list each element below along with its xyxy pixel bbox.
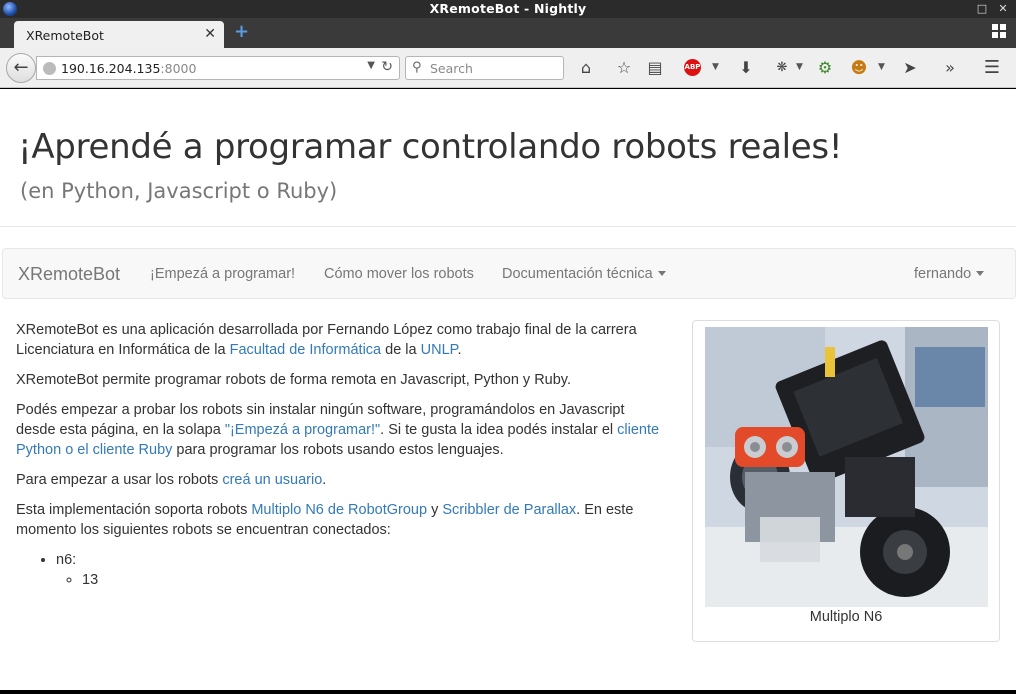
extension-icon[interactable]: ⚙ bbox=[815, 58, 835, 78]
text: . bbox=[457, 342, 462, 358]
text: . Si te gusta la idea podés instalar el bbox=[380, 422, 618, 438]
extension-icon[interactable]: ❋ bbox=[772, 58, 792, 78]
text: Esta implementación soporta robots bbox=[16, 502, 252, 518]
link-cliente-ruby[interactable]: o el cliente Ruby bbox=[65, 442, 172, 458]
link-facultad[interactable]: Facultad de Informática bbox=[230, 342, 382, 358]
robot-figure: Multiplo N6 bbox=[692, 320, 1000, 642]
page-viewport: ¡Aprendé a programar controlando robots … bbox=[0, 89, 1016, 690]
text: de la bbox=[381, 342, 421, 358]
nav-dropdown-documentacion[interactable]: Documentación técnica bbox=[502, 266, 666, 282]
download-icon[interactable]: ⬇ bbox=[736, 58, 756, 78]
nav-user-name: fernando bbox=[914, 266, 972, 282]
robot-type: n6: bbox=[56, 552, 77, 568]
overflow-icon[interactable]: » bbox=[940, 58, 960, 78]
search-placeholder: Search bbox=[430, 61, 473, 76]
extension-dropdown-icon[interactable]: ▼ bbox=[796, 62, 803, 72]
jumbotron: ¡Aprendé a programar controlando robots … bbox=[0, 89, 1016, 227]
nav-link-documentacion: Documentación técnica bbox=[502, 266, 653, 282]
text: para programar los robots usando estos l… bbox=[172, 442, 504, 458]
tab-close-icon[interactable]: ✕ bbox=[204, 26, 216, 42]
chevron-down-icon bbox=[976, 270, 985, 276]
navigation-toolbar: ← 190.16.204.135:8000 ▼ ↻ ⚲ Search ⌂ ☆ ▤… bbox=[0, 48, 1016, 88]
tab-title: XRemoteBot bbox=[26, 28, 104, 43]
url-bar[interactable]: 190.16.204.135:8000 ▼ ↻ bbox=[36, 56, 400, 80]
paragraph-intro: XRemoteBot es una aplicación desarrollad… bbox=[16, 320, 666, 360]
link-multiplo-n6[interactable]: Multiplo N6 de RobotGroup bbox=[251, 502, 427, 518]
link-scribbler[interactable]: Scribbler de Parallax bbox=[442, 502, 576, 518]
robot-illustration bbox=[705, 327, 988, 607]
search-icon: ⚲ bbox=[412, 60, 422, 75]
home-icon[interactable]: ⌂ bbox=[576, 58, 596, 78]
navbar-brand[interactable]: XRemoteBot bbox=[18, 264, 120, 285]
hamburger-menu-icon[interactable]: ☰ bbox=[982, 58, 1002, 78]
page-title: ¡Aprendé a programar controlando robots … bbox=[18, 127, 843, 167]
new-tab-icon[interactable]: + bbox=[234, 21, 249, 42]
site-navbar: XRemoteBot ¡Empezá a programar! Cómo mov… bbox=[2, 248, 1016, 299]
globe-icon bbox=[43, 62, 56, 75]
reading-list-icon[interactable]: ▤ bbox=[645, 58, 665, 78]
robot-id-list: 13 bbox=[82, 570, 666, 590]
tab-strip: XRemoteBot ✕ + bbox=[0, 18, 1016, 48]
link-unlp[interactable]: UNLP bbox=[421, 342, 458, 358]
search-bar[interactable]: ⚲ Search bbox=[405, 56, 564, 80]
window-title: XRemoteBot - Nightly bbox=[429, 1, 587, 16]
connected-robots-list: n6: 13 bbox=[42, 550, 666, 590]
extension-dropdown-icon[interactable]: ▼ bbox=[878, 62, 885, 72]
minimize-icon[interactable]: □ bbox=[975, 2, 989, 16]
link-crea-usuario[interactable]: creá un usuario bbox=[222, 472, 322, 488]
page-subtitle: (en Python, Javascript o Ruby) bbox=[20, 179, 338, 203]
list-item-robot-type: n6: 13 bbox=[56, 550, 666, 590]
text: . bbox=[322, 472, 327, 488]
send-icon[interactable]: ➤ bbox=[900, 58, 920, 78]
window-titlebar: XRemoteBot - Nightly □ ✕ bbox=[0, 0, 1016, 18]
list-item-robot-id: 13 bbox=[82, 570, 666, 590]
url-port: :8000 bbox=[160, 61, 197, 76]
tab-groups-icon[interactable] bbox=[992, 24, 1006, 38]
paragraph-supported: Esta implementación soporta robots Multi… bbox=[16, 500, 666, 540]
tab-xremotebot[interactable]: XRemoteBot ✕ bbox=[14, 21, 224, 48]
reload-icon[interactable]: ↻ bbox=[381, 59, 393, 75]
bookmark-star-icon[interactable]: ☆ bbox=[614, 58, 634, 78]
nav-link-empeza[interactable]: ¡Empezá a programar! bbox=[150, 266, 295, 282]
paragraph-start: Podés empezar a probar los robots sin in… bbox=[16, 400, 666, 460]
close-icon[interactable]: ✕ bbox=[996, 2, 1010, 16]
window-bottom-border bbox=[0, 690, 1016, 694]
extension-icon[interactable]: ☻ bbox=[849, 58, 869, 78]
url-text: 190.16.204.135:8000 bbox=[61, 61, 196, 76]
url-host: 190.16.204.135 bbox=[61, 61, 161, 76]
paragraph-register: Para empezar a usar los robots creá un u… bbox=[16, 470, 666, 490]
nav-link-como-mover[interactable]: Cómo mover los robots bbox=[324, 266, 474, 282]
url-dropdown-icon[interactable]: ▼ bbox=[367, 60, 375, 71]
figure-caption: Multiplo N6 bbox=[809, 609, 883, 625]
nav-dropdown-user[interactable]: fernando bbox=[914, 266, 985, 282]
text: Para empezar a usar los robots bbox=[16, 472, 223, 488]
robot-photo bbox=[705, 327, 988, 607]
main-content: XRemoteBot es una aplicación desarrollad… bbox=[16, 320, 666, 590]
back-arrow-icon: ← bbox=[13, 57, 29, 78]
link-empeza-a-programar[interactable]: "¡Empezá a programar!" bbox=[225, 422, 380, 438]
adblock-dropdown-icon[interactable]: ▼ bbox=[712, 62, 719, 72]
back-button[interactable]: ← bbox=[6, 53, 36, 83]
adblock-icon[interactable]: ABP bbox=[684, 59, 701, 76]
chevron-down-icon bbox=[657, 270, 666, 276]
text: y bbox=[427, 502, 443, 518]
paragraph-languages: XRemoteBot permite programar robots de f… bbox=[16, 372, 572, 388]
